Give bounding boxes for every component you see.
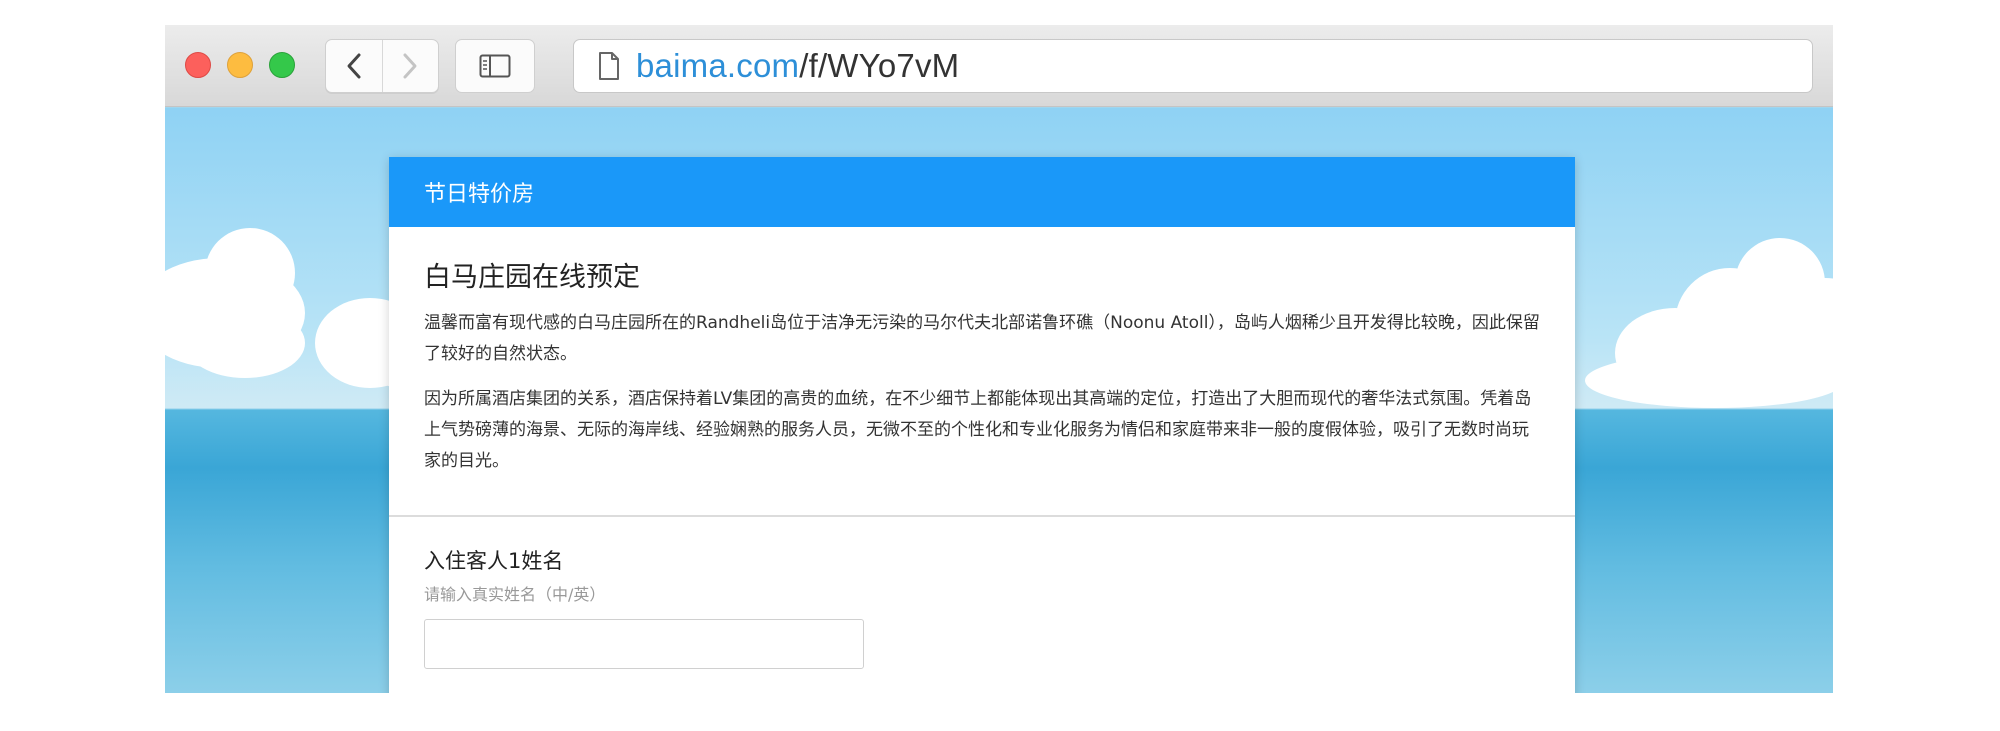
page-icon bbox=[599, 52, 619, 80]
back-button[interactable] bbox=[326, 40, 382, 92]
minimize-window-button[interactable] bbox=[227, 52, 253, 78]
form-title: 白马庄园在线预定 bbox=[424, 262, 640, 293]
description-paragraph-1: 温馨而富有现代感的白马庄园所在的Randheli岛位于洁净无污染的马尔代夫北部诺… bbox=[424, 313, 1540, 364]
history-nav bbox=[325, 39, 439, 93]
description-paragraph-2: 因为所属酒店集团的关系，酒店保持着LV集团的高贵的血统，在不少细节上都能体现出其… bbox=[424, 389, 1532, 471]
url-text: baima.com/f/WYo7vM bbox=[636, 47, 959, 85]
url-domain: baima.com bbox=[636, 47, 800, 84]
forward-button[interactable] bbox=[381, 40, 438, 92]
zoom-window-button[interactable] bbox=[269, 52, 295, 78]
address-bar[interactable]: baima.com/f/WYo7vM bbox=[573, 39, 1813, 93]
browser-window: baima.com/f/WYo7vM 节日特价房 白马庄园在线预定 温馨而富有现… bbox=[165, 25, 1833, 693]
url-path: /f/WYo7vM bbox=[799, 47, 960, 84]
back-chevron-icon bbox=[347, 53, 361, 79]
browser-toolbar: baima.com/f/WYo7vM bbox=[165, 25, 1833, 107]
close-window-button[interactable] bbox=[185, 52, 211, 78]
guest-name-input[interactable] bbox=[424, 619, 864, 669]
form-header: 节日特价房 bbox=[389, 157, 1575, 227]
guest-name-field: 入住客人1姓名 请输入真实姓名（中/英） bbox=[389, 517, 1575, 669]
guest-name-hint: 请输入真实姓名（中/英） bbox=[424, 585, 606, 604]
page-viewport: 节日特价房 白马庄园在线预定 温馨而富有现代感的白马庄园所在的Randheli岛… bbox=[165, 108, 1833, 693]
guest-name-label: 入住客人1姓名 bbox=[424, 549, 564, 573]
booking-form-card: 节日特价房 白马庄园在线预定 温馨而富有现代感的白马庄园所在的Randheli岛… bbox=[389, 157, 1575, 693]
form-description: 白马庄园在线预定 温馨而富有现代感的白马庄园所在的Randheli岛位于洁净无污… bbox=[389, 227, 1575, 517]
sidebar-toggle-button[interactable] bbox=[455, 39, 535, 93]
sidebar-icon bbox=[479, 54, 511, 78]
forward-chevron-icon bbox=[403, 53, 417, 79]
